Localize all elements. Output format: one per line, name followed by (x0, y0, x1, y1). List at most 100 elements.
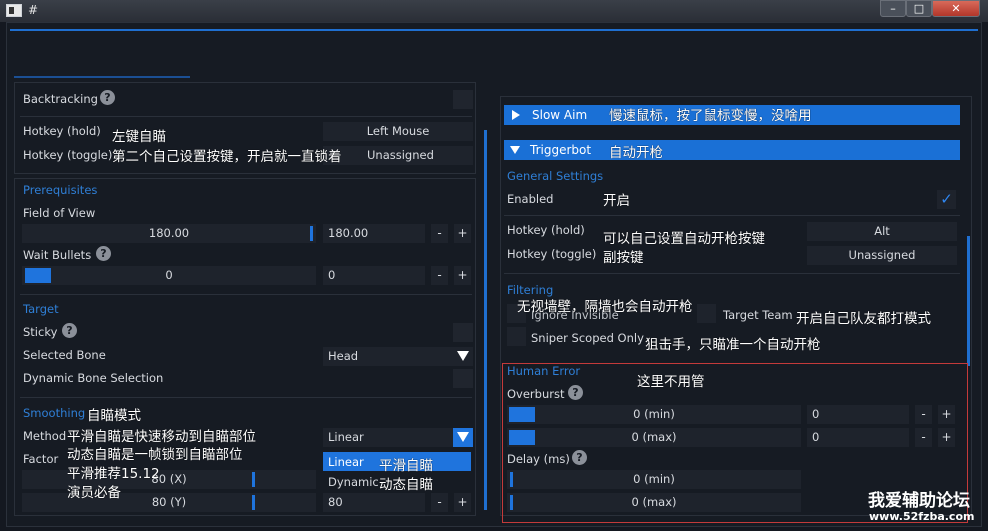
trigger-hotkey-toggle-label: Hotkey (toggle) (507, 247, 597, 261)
wait-bullets-thumb[interactable] (25, 268, 51, 283)
dynamic-bone-checkbox[interactable] (453, 369, 473, 388)
note-method-4: 演员必备 (67, 485, 121, 501)
overburst-max-slider[interactable]: 0 (max) (507, 428, 801, 447)
help-icon[interactable]: ? (572, 450, 587, 465)
chevron-down-icon[interactable] (457, 351, 469, 361)
fov-slider-thumb[interactable] (310, 226, 313, 241)
help-icon[interactable]: ? (96, 246, 111, 261)
title-bar (0, 0, 988, 22)
wait-minus-button[interactable]: - (431, 266, 448, 285)
note-auto-fire: 自动开枪 (609, 145, 663, 161)
factor-label: Factor (23, 452, 59, 466)
separator (20, 397, 472, 398)
target-team-checkbox[interactable] (697, 304, 716, 323)
factor-y-minus-button[interactable]: - (431, 493, 448, 512)
minimize-button[interactable]: – (880, 0, 906, 17)
sticky-label: Sticky (23, 325, 58, 339)
hotkey-hold-field[interactable]: Left Mouse (323, 122, 473, 141)
factor-y-thumb[interactable] (252, 495, 255, 510)
fov-minus-button[interactable]: - (431, 224, 448, 243)
left-scrollbar[interactable] (484, 130, 487, 510)
help-icon[interactable]: ? (62, 323, 77, 338)
overburst-min-thumb[interactable] (509, 407, 535, 422)
separator (504, 273, 960, 274)
overburst-max-minus-button[interactable]: - (915, 428, 932, 447)
trigger-hotkey-toggle-field[interactable]: Unassigned (807, 246, 957, 265)
note-on: 开启 (603, 193, 630, 209)
hotkey-toggle-label: Hotkey (toggle) (23, 148, 113, 162)
note-set-key: 可以自己设置自动开枪按键 (603, 231, 765, 247)
overburst-max-input[interactable]: 0 (807, 428, 909, 447)
trigger-hotkey-hold-field[interactable]: Alt (807, 222, 957, 241)
overburst-min-minus-button[interactable]: - (915, 405, 932, 424)
note-smooth-aim: 平滑自瞄 (379, 458, 433, 474)
wait-bullets-slider[interactable]: 0 (22, 266, 316, 285)
top-accent-line (10, 29, 978, 31)
fov-input[interactable]: 180.00 (323, 224, 425, 243)
trigger-hotkey-hold-label: Hotkey (hold) (507, 223, 585, 237)
factor-y-plus-button[interactable]: + (454, 493, 471, 512)
backtracking-checkbox[interactable] (453, 90, 473, 109)
note-dynamic-aim: 动态自瞄 (379, 477, 433, 493)
fov-label: Field of View (23, 206, 96, 220)
note-method-2: 动态自瞄是一帧锁到自瞄部位 (67, 447, 243, 463)
overburst-min-input[interactable]: 0 (807, 405, 909, 424)
note-method-1: 平滑自瞄是快速移动到自瞄部位 (67, 429, 256, 445)
enabled-label: Enabled (507, 192, 554, 206)
wait-bullets-label: Wait Bullets (23, 248, 92, 262)
selected-bone-label: Selected Bone (23, 348, 106, 362)
note-sub-key: 副按键 (603, 250, 644, 266)
wait-bullets-input[interactable]: 0 (323, 266, 425, 285)
enabled-checkbox[interactable]: ✓ (937, 190, 956, 209)
overburst-max-value: 0 (max) (631, 430, 677, 444)
note-ignore: 这里不用管 (637, 374, 705, 390)
overburst-max-thumb[interactable] (509, 430, 535, 445)
factor-y-input[interactable]: 80 (323, 493, 425, 512)
triggerbot-label: Triggerbot (530, 143, 592, 157)
fov-slider[interactable]: 180.00 (22, 224, 316, 243)
help-icon[interactable]: ? (568, 385, 583, 400)
fov-plus-button[interactable]: + (454, 224, 471, 243)
note-aim-mode: 自瞄模式 (87, 408, 141, 424)
note-method-3: 平滑推荐15.12 (67, 466, 160, 482)
delay-label: Delay (ms) (507, 452, 570, 466)
triggerbot-header[interactable]: Triggerbot (504, 140, 960, 160)
right-scrollbar[interactable] (967, 236, 970, 366)
sniper-scoped-checkbox[interactable] (507, 327, 526, 346)
wait-bullets-slider-value: 0 (165, 268, 173, 282)
general-settings-header: General Settings (507, 169, 604, 183)
maximize-button[interactable]: □ (906, 0, 932, 17)
separator (20, 116, 472, 117)
note-left-aim: 左键自瞄 (112, 129, 166, 145)
window-title: # (28, 3, 39, 17)
chevron-down-icon[interactable] (457, 432, 469, 442)
slow-aim-label: Slow Aim (532, 108, 588, 122)
method-combo[interactable]: Linear (323, 428, 473, 447)
option-dynamic[interactable]: Dynamic (328, 475, 379, 489)
target-header: Target (23, 302, 59, 316)
factor-x-thumb[interactable] (252, 472, 255, 487)
overburst-min-plus-button[interactable]: + (938, 405, 955, 424)
note-slow-aim: 慢速鼠标，按了鼠标变慢，没啥用 (609, 108, 812, 124)
delay-max-thumb[interactable] (510, 495, 513, 510)
backtracking-label: Backtracking (23, 92, 98, 106)
selected-bone-combo[interactable]: Head (323, 347, 473, 366)
overburst-max-plus-button[interactable]: + (938, 428, 955, 447)
wait-plus-button[interactable]: + (454, 266, 471, 285)
overburst-min-value: 0 (min) (633, 407, 675, 421)
fov-slider-value: 180.00 (148, 226, 190, 240)
separator (20, 294, 472, 295)
sticky-checkbox[interactable] (453, 323, 473, 342)
note-sniper: 狙击手，只瞄准一个自动开枪 (645, 337, 821, 353)
delay-min-slider[interactable]: 0 (min) (507, 470, 801, 489)
close-button[interactable]: ✕ (932, 0, 980, 17)
delay-min-thumb[interactable] (510, 472, 513, 487)
watermark-url: www.52fzba.com (869, 510, 975, 523)
note-second-key: 第二个自己设置按键，开启就一直锁着 (112, 149, 342, 165)
delay-max-slider[interactable]: 0 (max) (507, 493, 801, 512)
factor-y-value: 80 (Y) (151, 495, 187, 509)
hotkey-toggle-field[interactable]: Unassigned (323, 146, 473, 165)
help-icon[interactable]: ? (100, 90, 115, 105)
option-linear[interactable]: Linear (328, 455, 364, 469)
overburst-min-slider[interactable]: 0 (min) (507, 405, 801, 424)
